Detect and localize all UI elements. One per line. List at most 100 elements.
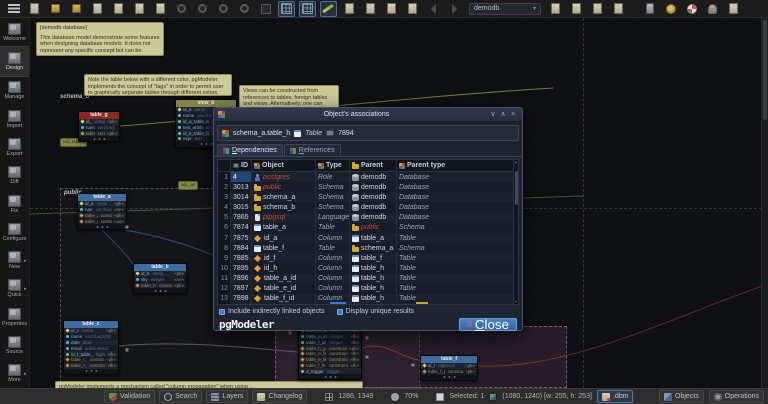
horizontal-scroll-indicator-2[interactable] [416, 302, 428, 304]
relationship-point[interactable] [125, 225, 129, 229]
dialog-vertical-scrollbar[interactable] [513, 160, 518, 304]
id-cell[interactable]: 3013 [231, 182, 252, 192]
sidebar-item-welcome[interactable]: Welcome ▸ [0, 18, 29, 46]
object-cell[interactable]: plpgsql [252, 213, 316, 223]
objects-button[interactable]: Objects [659, 390, 704, 403]
id-cell[interactable]: 7874 [231, 223, 252, 233]
object-cell[interactable]: public [252, 182, 316, 192]
association-row[interactable]: 6 7874 table_a Table public Schema [218, 223, 513, 233]
forward-button[interactable] [446, 1, 463, 17]
export-model-button[interactable] [110, 1, 127, 17]
compact-view-button[interactable] [404, 1, 421, 17]
object-cell[interactable]: table_a_id [252, 274, 316, 284]
parent-cell[interactable]: public [350, 223, 397, 233]
column-header-parent-type[interactable]: Parent type [397, 160, 513, 171]
changelog-button[interactable]: Changelog [252, 390, 307, 403]
tag-wip[interactable]: wip_wr [178, 181, 198, 190]
parent-cell[interactable]: table_h [350, 263, 397, 273]
close-model-button[interactable] [547, 1, 564, 17]
sticky-note-tags[interactable]: Note the table below with a different co… [84, 74, 232, 96]
new-object-button[interactable] [341, 1, 358, 17]
checkbox-display-unique-results[interactable]: Display unique results [337, 308, 414, 315]
column-header-id[interactable]: ID [231, 160, 252, 171]
column-header-parent[interactable]: Parent [350, 160, 397, 171]
parent-cell[interactable]: demodb [350, 213, 397, 223]
association-row[interactable]: 3 3014 schema_a Schema demodb Database [218, 192, 513, 202]
bug-report-button[interactable] [704, 1, 721, 17]
edit-mode-button[interactable] [320, 1, 337, 17]
object-cell[interactable]: table_f [252, 243, 316, 253]
sidebar-item-configure[interactable]: Configure ▸ [0, 218, 29, 246]
show-grid-button[interactable] [278, 1, 295, 17]
minimize-button[interactable]: ∨ [488, 108, 498, 121]
print-model-button[interactable] [152, 1, 169, 17]
canvas-table-table_a[interactable]: table_a id_aserial«pk» namevarchar(200)«… [77, 193, 127, 230]
id-cell[interactable]: 3014 [231, 192, 252, 202]
column-header-object[interactable]: Object [252, 160, 316, 171]
close-button[interactable]: × Close [459, 318, 517, 331]
id-cell[interactable]: 7884 [231, 243, 252, 253]
id-cell[interactable]: 7875 [231, 233, 252, 243]
id-cell[interactable]: 7895 [231, 263, 252, 273]
sticky-note-propagation[interactable]: pgModeler implements a mechanism called … [55, 381, 363, 388]
parent-cell[interactable]: demodb [350, 172, 397, 182]
association-row[interactable]: 10 7895 id_h Column table_h Table [218, 263, 513, 273]
dialog-title-bar[interactable]: Object's associations ∨ ∧ × [214, 108, 522, 122]
parent-cell[interactable]: demodb [350, 182, 397, 192]
donate-button[interactable] [662, 1, 679, 17]
column-header-type[interactable]: Type [316, 160, 350, 171]
association-row[interactable]: 8 7884 table_f Table schema_a Schema [218, 243, 513, 253]
sidebar-item-diff[interactable]: Diff ▸ [0, 162, 29, 190]
association-row[interactable]: 11 7896 table_a_id Column table_h Table [218, 274, 513, 284]
sidebar-item-export[interactable]: Export ▸ [0, 133, 29, 161]
id-cell[interactable]: 3015 [231, 202, 252, 212]
model-fix-button[interactable] [568, 1, 585, 17]
id-cell[interactable]: 7896 [231, 274, 252, 284]
object-cell[interactable]: schema_b [252, 202, 316, 212]
sidebar-item-fix[interactable]: Fix ▸ [0, 190, 29, 218]
id-cell[interactable]: 7885 [231, 253, 252, 263]
about-button[interactable] [725, 1, 742, 17]
parent-cell[interactable]: schema_a [350, 243, 397, 253]
association-row[interactable]: 4 3015 schema_b Schema demodb Database [218, 202, 513, 212]
relationship-point[interactable] [365, 355, 369, 359]
main-menu-button[interactable] [5, 1, 22, 17]
sql-tool-button[interactable] [641, 1, 658, 17]
association-row[interactable]: 1 4 postgres Role demodb Database [218, 172, 513, 182]
object-cell[interactable]: table_e_id [252, 284, 316, 294]
association-row[interactable]: 7 7875 id_a Column table_a Table [218, 233, 513, 243]
back-button[interactable] [425, 1, 442, 17]
zoom-in-button[interactable] [215, 1, 232, 17]
relationship-point[interactable] [411, 363, 415, 367]
parent-cell[interactable]: demodb [350, 202, 397, 212]
id-cell[interactable]: 7897 [231, 284, 252, 294]
scrollbar-thumb[interactable] [515, 171, 519, 205]
association-row[interactable]: 9 7885 id_f Column table_f Table [218, 253, 513, 263]
operations-button[interactable]: Operations [709, 390, 764, 403]
open-model-button[interactable] [68, 1, 85, 17]
scene-layers-button[interactable] [362, 1, 379, 17]
tab-dependencies[interactable]: Dependencies [217, 144, 283, 156]
sidebar-item-import[interactable]: Import ▸ [0, 105, 29, 133]
recent-models-button[interactable] [47, 1, 64, 17]
zoom-out-button[interactable] [173, 1, 190, 17]
search-button[interactable]: Search [159, 390, 202, 403]
maximize-button[interactable]: ∧ [498, 108, 508, 121]
relationship-point[interactable] [125, 348, 129, 352]
canvas-table-table_f[interactable]: table_f id_fbigserial«pk» table_f_pkcons… [420, 355, 478, 381]
canvas-table-table_c[interactable]: table_c id_cserial«pk» namevarchar(200) [63, 320, 119, 375]
checkbox-checked-icon[interactable] [337, 309, 343, 315]
snap-grid-button[interactable] [299, 1, 316, 17]
object-cell[interactable]: table_a [252, 223, 316, 233]
sidebar-item-source[interactable]: Source ▸ [0, 331, 29, 359]
relationship-point[interactable] [365, 336, 369, 340]
sticky-note-demodb[interactable]: [demodb database] This database model de… [36, 22, 164, 56]
canvas-table-table_g[interactable]: table_g id_ginteger«pk» namevarchar(99) [78, 111, 120, 142]
sidebar-item-design[interactable]: Design ▸ [0, 46, 29, 76]
objects-metadata-button[interactable] [589, 1, 606, 17]
layers-button[interactable]: Layers [206, 390, 248, 403]
parent-cell[interactable]: table_h [350, 294, 397, 304]
sidebar-item-manage[interactable]: Manage ▸ [0, 77, 29, 105]
validation-button[interactable]: Validation [104, 390, 155, 403]
scrollbar-thumb[interactable] [763, 20, 767, 120]
